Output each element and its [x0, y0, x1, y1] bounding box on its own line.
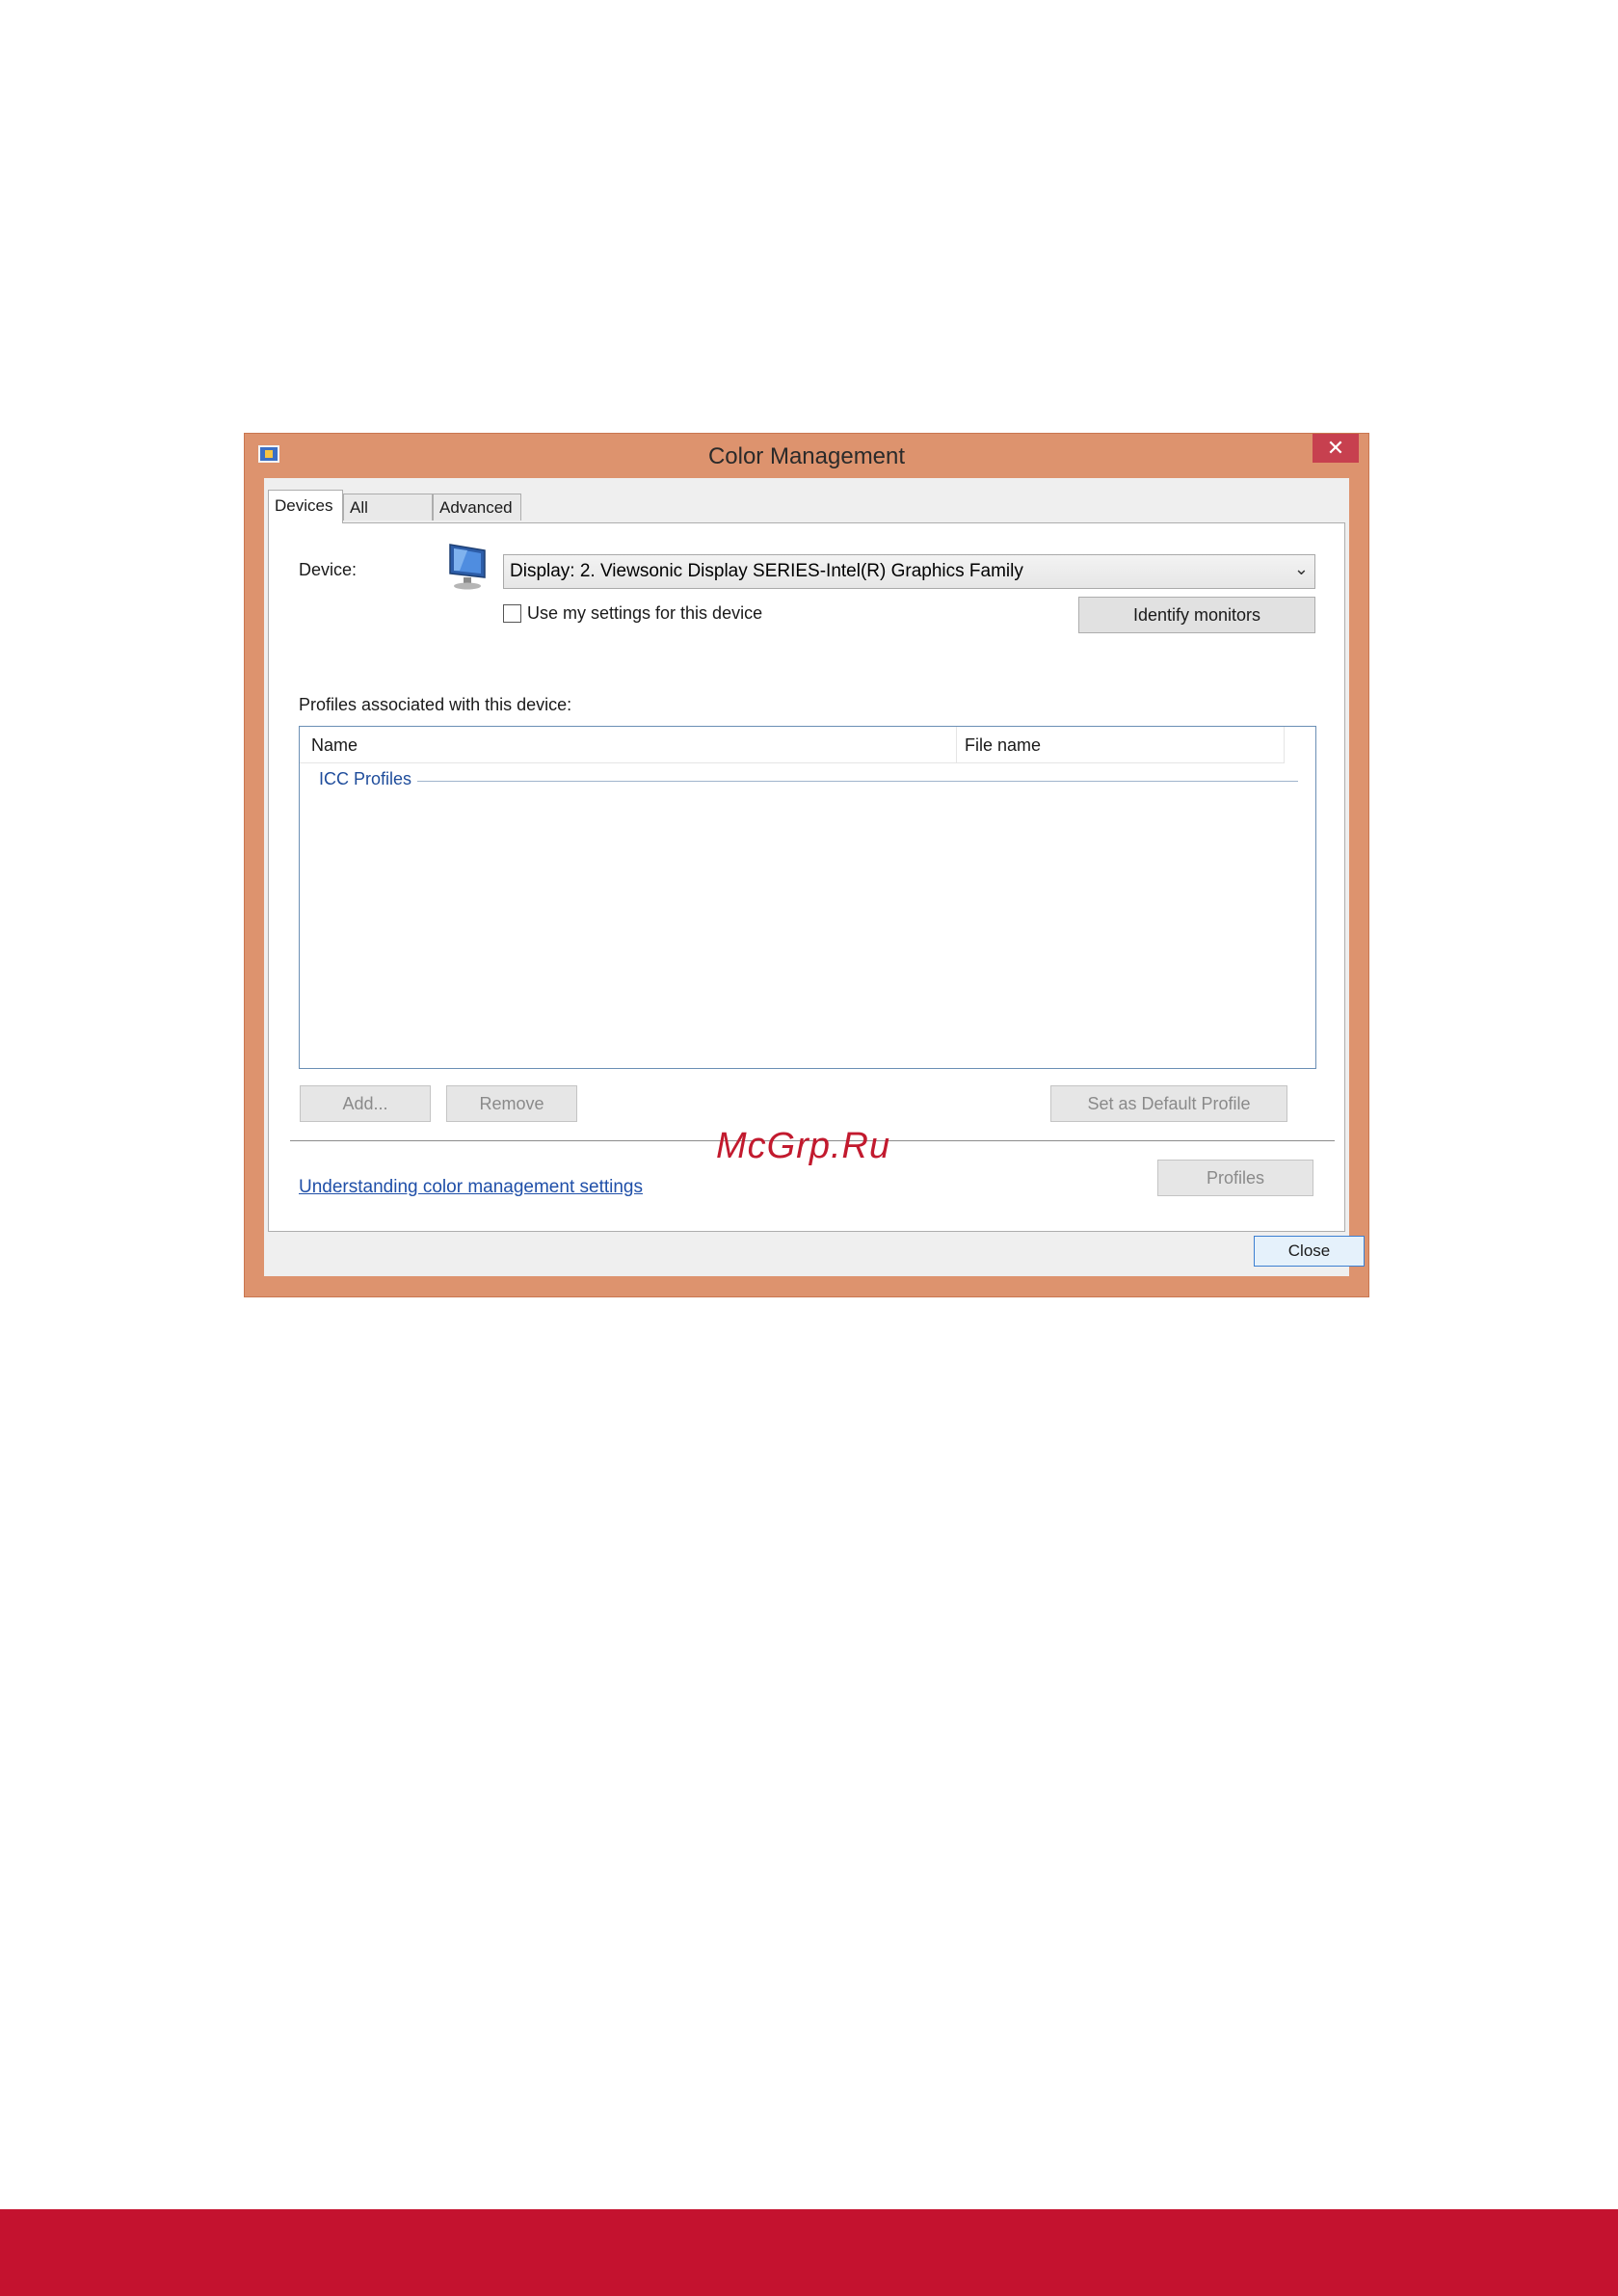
add-profile-button[interactable]: Add...: [300, 1085, 431, 1122]
device-select[interactable]: Display: 2. Viewsonic Display SERIES-Int…: [503, 554, 1315, 589]
use-my-settings-label[interactable]: Use my settings for this device: [527, 603, 762, 624]
window-title: Color Management: [707, 443, 906, 469]
set-default-profile-button[interactable]: Set as Default Profile: [1050, 1085, 1287, 1122]
identify-monitors-button[interactable]: Identify monitors: [1078, 597, 1315, 633]
close-button[interactable]: Close: [1254, 1236, 1365, 1267]
group-divider: [319, 781, 1298, 782]
monitor-icon: [449, 544, 486, 590]
profiles-heading: Profiles associated with this device:: [299, 695, 572, 714]
close-window-button[interactable]: ✕: [1313, 434, 1359, 463]
tab-devices[interactable]: Devices: [268, 490, 343, 523]
color-management-window: Color Management ✕ Devices All Profiles …: [244, 433, 1369, 1297]
device-label: Device:: [299, 560, 358, 579]
title-bar[interactable]: Color Management ✕: [245, 434, 1368, 478]
tab-all-profiles[interactable]: All Profiles: [343, 494, 433, 544]
profiles-list[interactable]: Name File name ICC Profiles: [299, 726, 1316, 1069]
use-my-settings-checkbox[interactable]: [503, 604, 521, 623]
page-footer-bar: [0, 2209, 1618, 2296]
device-select-value: Display: 2. Viewsonic Display SERIES-Int…: [510, 561, 1023, 581]
watermark-text: McGrp.Ru: [716, 1126, 891, 1166]
chevron-down-icon: ⌄: [1293, 559, 1309, 578]
icc-profiles-group-label: ICC Profiles: [319, 769, 418, 789]
column-header-name[interactable]: Name: [300, 727, 957, 763]
profiles-button[interactable]: Profiles: [1157, 1160, 1313, 1196]
understanding-color-management-link[interactable]: Understanding color management settings: [299, 1177, 643, 1198]
column-header-file-name[interactable]: File name: [957, 727, 1285, 763]
tab-advanced[interactable]: Advanced: [433, 494, 521, 521]
remove-profile-button[interactable]: Remove: [446, 1085, 577, 1122]
